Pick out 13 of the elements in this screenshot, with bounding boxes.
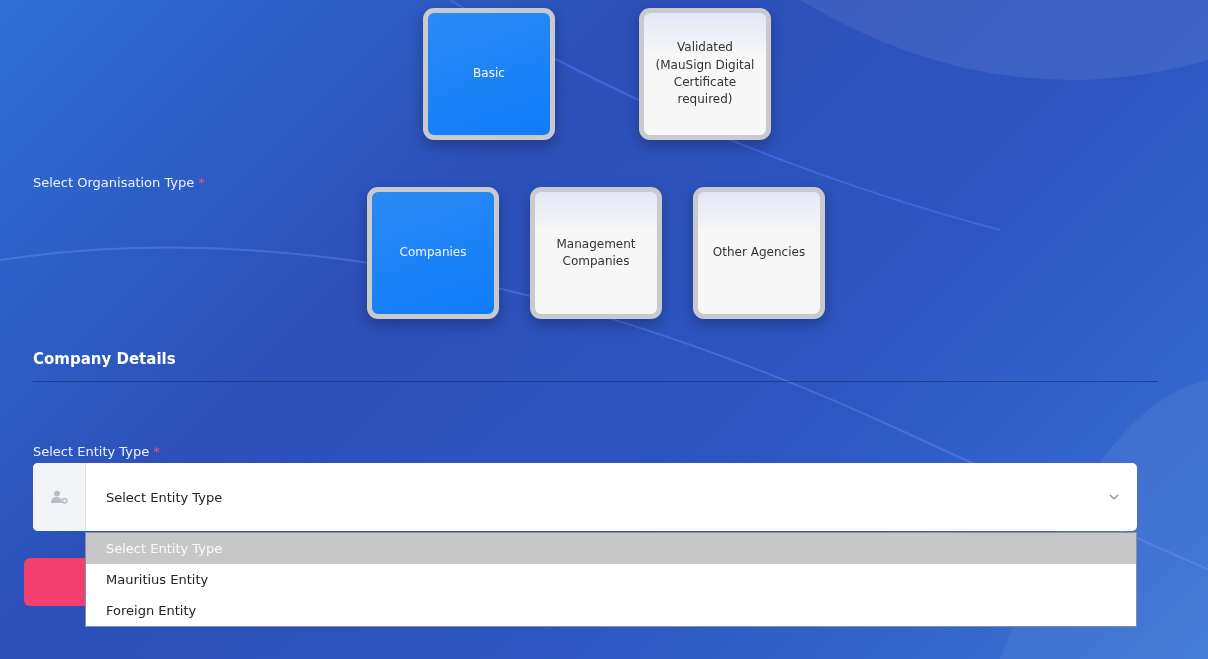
section-title: Company Details	[33, 350, 177, 368]
option-card[interactable]: Validated (MauSign Digital Certificate required)	[639, 8, 771, 140]
option-card[interactable]: Basic	[423, 8, 555, 140]
option-card[interactable]: Other Agencies	[693, 187, 825, 319]
option-card[interactable]: Management Companies	[530, 187, 662, 319]
required-mark: *	[198, 175, 205, 190]
required-mark: *	[153, 444, 160, 459]
field-label: Select Organisation Type	[33, 175, 195, 190]
chevron-down-icon	[1109, 494, 1119, 500]
option-card[interactable]: Companies	[367, 187, 499, 319]
entity-type-select[interactable]: Select Entity Type	[33, 463, 1137, 531]
field-label: Select Entity Type	[33, 444, 150, 459]
user-settings-icon	[50, 490, 68, 504]
